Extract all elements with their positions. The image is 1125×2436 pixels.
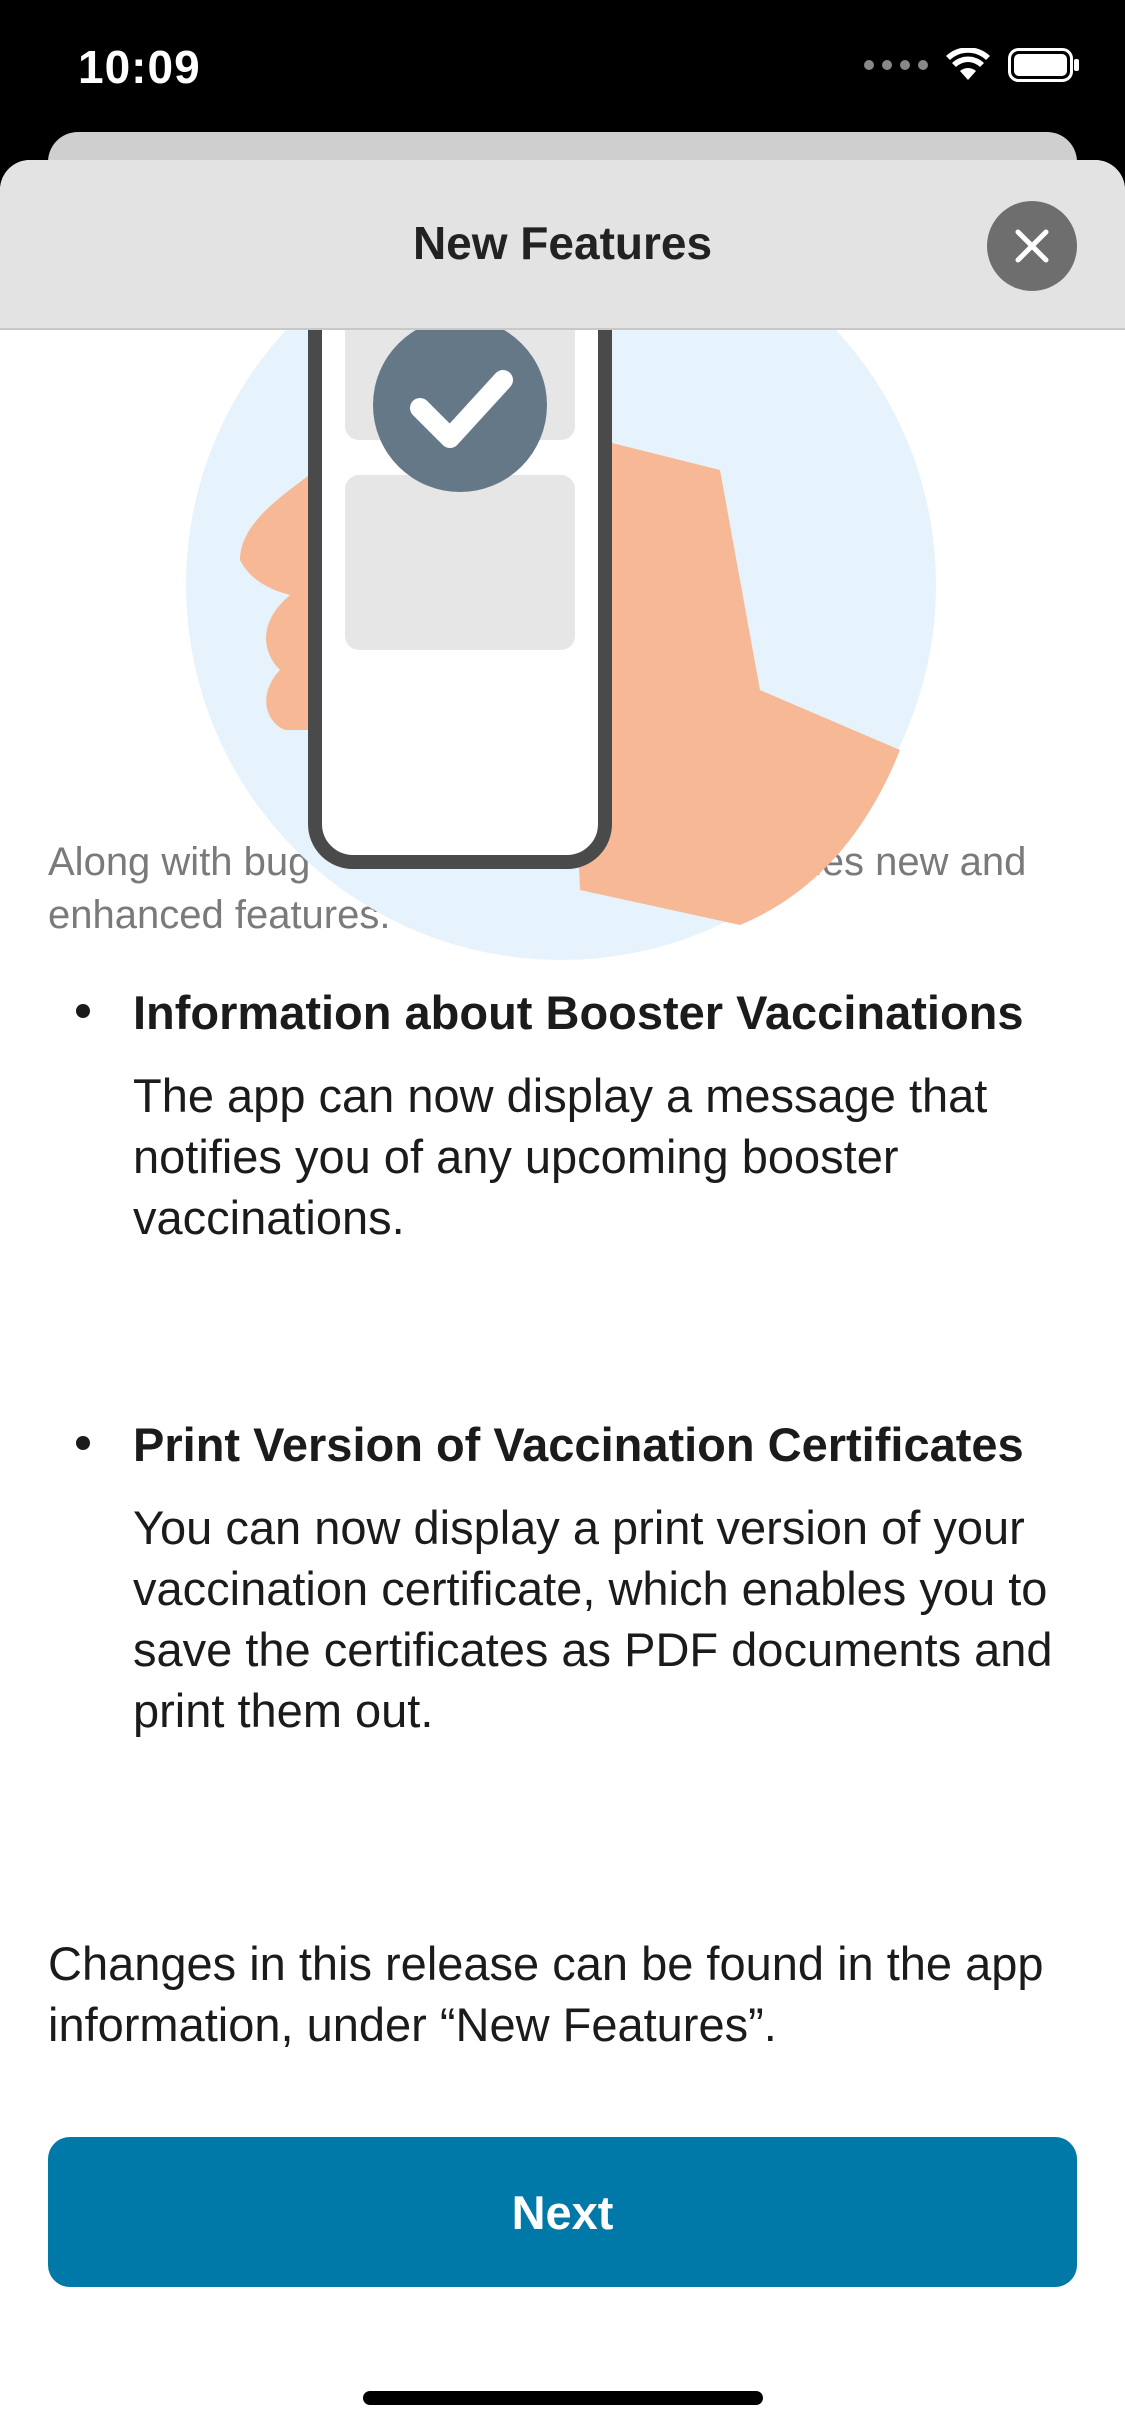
page-title: New Features [412, 217, 713, 269]
new-features-sheet: New Features Along with bug fixes, this … [0, 160, 1125, 2436]
feature-description: You can now display a print version of y… [133, 1501, 1053, 1737]
battery-icon [1008, 48, 1079, 82]
navigation-bar: New Features [0, 160, 1125, 330]
release-note-text: Changes in this release can be found in … [48, 1937, 1044, 2051]
close-icon [1015, 229, 1049, 263]
next-button[interactable]: Next [48, 2137, 1077, 2287]
bullet-icon [76, 1436, 90, 1450]
wifi-icon [946, 48, 990, 80]
cellular-signal-icon [864, 60, 928, 70]
status-icons [864, 48, 1080, 82]
status-time: 10:09 [78, 41, 201, 93]
feature-description: The app can now display a message that n… [133, 1069, 988, 1244]
bullet-icon [76, 1004, 90, 1018]
close-button[interactable] [987, 201, 1077, 291]
home-indicator [363, 2391, 763, 2405]
feature-item: Information about Booster Vaccinations T… [48, 982, 1078, 1248]
feature-title: Print Version of Vaccination Certificate… [133, 1418, 1024, 1471]
status-bar: 10:09 [0, 0, 1125, 140]
feature-title: Information about Booster Vaccinations [133, 986, 1024, 1039]
phone-check-illustration [186, 330, 936, 960]
feature-item: Print Version of Vaccination Certificate… [48, 1414, 1078, 1741]
